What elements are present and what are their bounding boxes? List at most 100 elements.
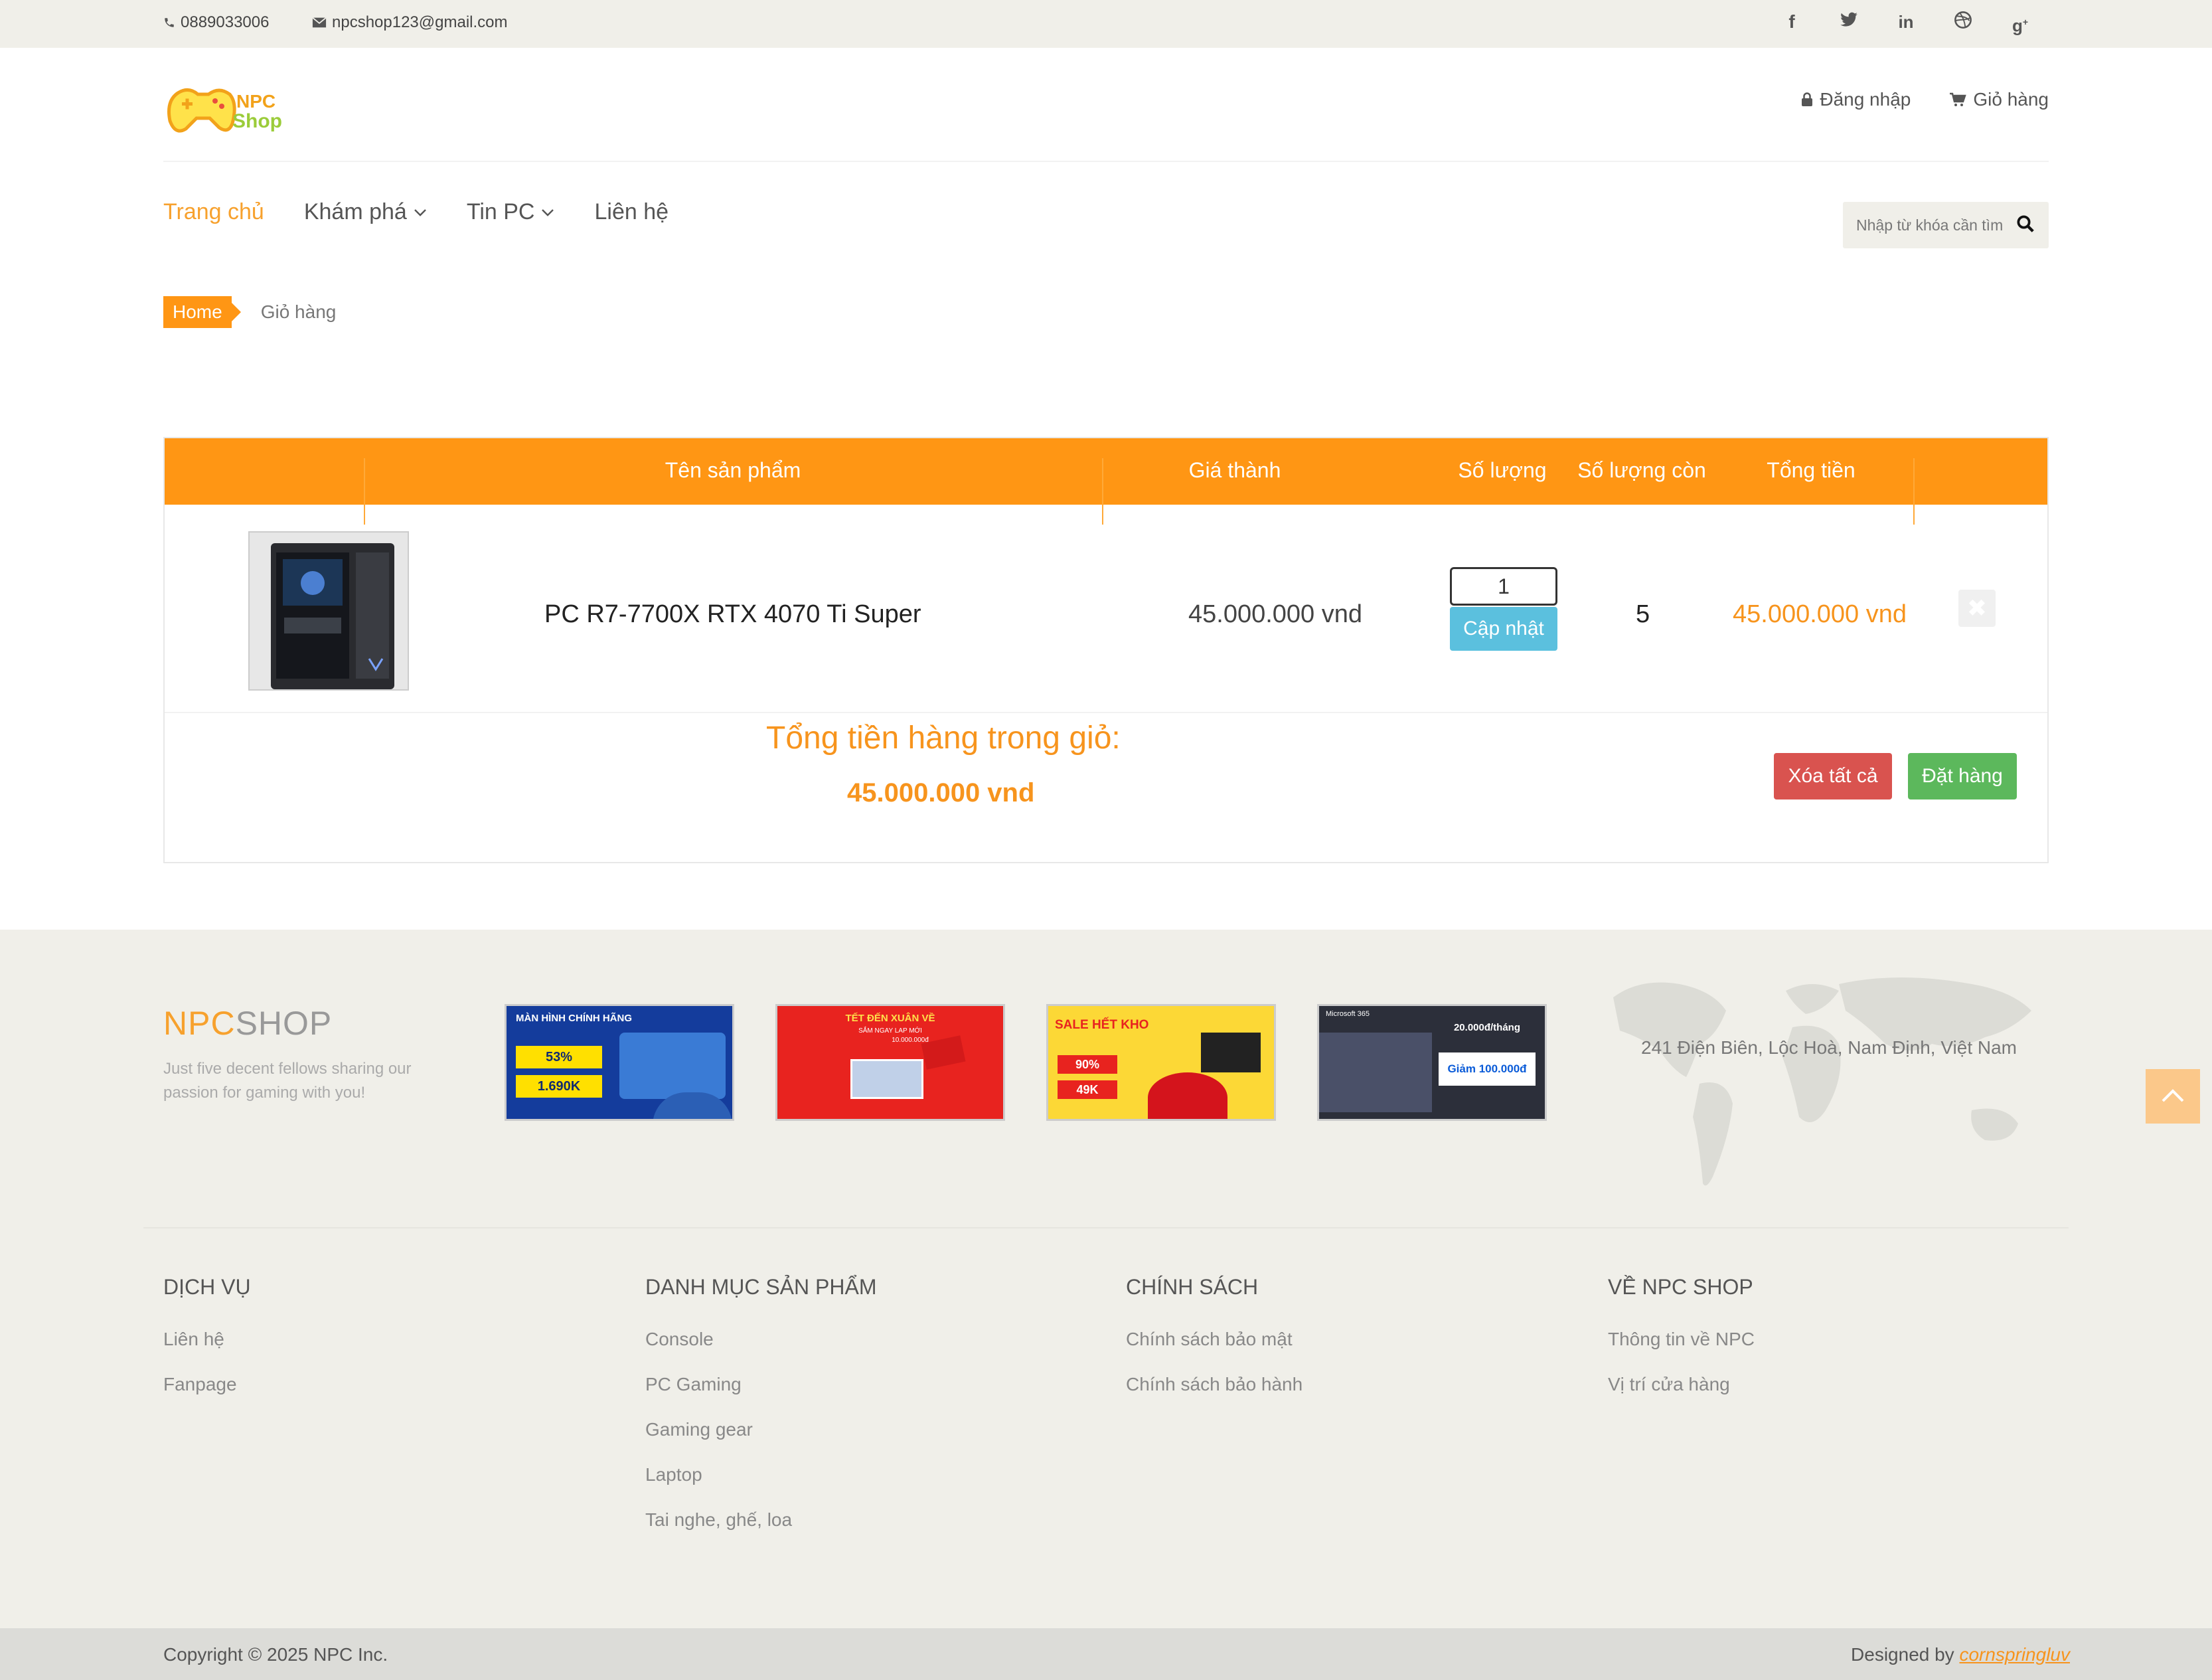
breadcrumb: Home Giỏ hàng	[163, 296, 336, 328]
footer-tagline: Just five decent fellows sharing our pas…	[163, 1060, 412, 1102]
nav-item-news[interactable]: Tin PC	[467, 199, 555, 225]
phone-text: 0889033006	[181, 13, 270, 31]
store-address: 241 Điện Biên, Lộc Hoà, Nam Định, Việt N…	[1641, 1037, 2017, 1058]
login-link[interactable]: Đăng nhập	[1801, 89, 1911, 110]
footer-link[interactable]: Laptop	[645, 1464, 876, 1485]
cart-link[interactable]: Giỏ hàng	[1949, 89, 2049, 110]
banner-title: SALE HẾT KHO	[1055, 1018, 1149, 1032]
designed-by-label: Designed by	[1851, 1644, 1954, 1665]
footer-link[interactable]: Liên hệ	[163, 1329, 251, 1350]
header-separator	[1913, 458, 1915, 525]
svg-text:NPC: NPC	[236, 91, 276, 112]
cart-total-value: 45.000.000 vnd	[847, 778, 1035, 807]
chevron-up-icon	[2162, 1089, 2184, 1102]
quantity-input[interactable]: 1	[1450, 567, 1557, 606]
place-order-button[interactable]: Đặt hàng	[1908, 753, 2017, 799]
phone-icon	[165, 18, 174, 27]
google-plus-icon[interactable]: g+	[2009, 11, 2031, 36]
site-logo[interactable]: NPC Shop	[163, 74, 296, 141]
stock-remaining: 5	[1636, 600, 1650, 628]
cart-table-header: Tên sản phẩm Giá thành Số lượng Số lượng…	[165, 438, 2047, 525]
nav-item-explore[interactable]: Khám phá	[304, 199, 427, 225]
search-icon[interactable]	[2015, 214, 2035, 234]
product-image[interactable]	[248, 531, 409, 691]
banner-title: Microsoft 365	[1326, 1010, 1370, 1018]
search-input[interactable]: Nhập từ khóa cần tìm	[1856, 216, 2003, 234]
footer-link[interactable]: Console	[645, 1329, 876, 1350]
cart-label: Giỏ hàng	[1973, 89, 2049, 110]
nav-item-home[interactable]: Trang chủ	[163, 199, 264, 225]
update-button[interactable]: Cập nhật	[1450, 607, 1557, 651]
footer-link[interactable]: Fanpage	[163, 1374, 251, 1395]
banner-text: 20.000đ/tháng	[1453, 1022, 1521, 1033]
banner-text: 90%	[1058, 1055, 1117, 1074]
svg-text:Shop: Shop	[232, 110, 282, 132]
copyright-text: Copyright © 2025 NPC Inc.	[163, 1644, 388, 1665]
scroll-to-top-button[interactable]	[2146, 1069, 2200, 1124]
brand-npc: NPC	[163, 1005, 236, 1042]
twitter-icon[interactable]	[1838, 11, 1860, 33]
dribbble-icon[interactable]	[1952, 11, 1974, 33]
site-footer: NPCSHOP Just five decent fellows sharing…	[0, 930, 2212, 1628]
login-label: Đăng nhập	[1820, 89, 1911, 110]
footer-brand: NPCSHOP	[163, 1004, 332, 1043]
designer-link[interactable]: cornspringluv	[1959, 1644, 2070, 1665]
footer-link[interactable]: PC Gaming	[645, 1374, 876, 1395]
footer-col-title: DANH MỤC SẢN PHẨM	[645, 1275, 877, 1299]
cart-divider	[165, 712, 2047, 713]
banner-text: 53%	[516, 1046, 602, 1068]
lock-icon	[1802, 92, 1813, 106]
banner-text: 49K	[1058, 1080, 1117, 1099]
top-bar: 0889033006 npcshop123@gmail.com f in g+	[0, 0, 2212, 48]
footer-col-about: VỀ NPC SHOP Thông tin về NPC Vị trí cửa …	[1608, 1275, 1755, 1419]
promo-banner-tet[interactable]: TẾT ĐẾN XUÂN VỀ SẮM NGAY LAP MỚI 10.000.…	[775, 1004, 1005, 1121]
gamepad-logo-icon: NPC Shop	[167, 88, 282, 133]
site-header: NPC Shop Đăng nhập Giỏ hàng	[163, 48, 2049, 162]
nav-home-label: Trang chủ	[163, 199, 264, 224]
footer-link[interactable]: Vị trí cửa hàng	[1608, 1374, 1755, 1395]
product-name[interactable]: PC R7-7700X RTX 4070 Ti Super	[544, 600, 921, 629]
header-links: Đăng nhập Giỏ hàng	[1801, 89, 2049, 110]
breadcrumb-current: Giỏ hàng	[260, 301, 337, 322]
nav-news-label: Tin PC	[466, 199, 535, 224]
email-contact[interactable]: npcshop123@gmail.com	[312, 13, 508, 32]
breadcrumb-home[interactable]: Home	[163, 296, 241, 328]
footer-link[interactable]: Tai nghe, ghế, loa	[645, 1509, 876, 1531]
footer-col-title: DỊCH VỤ	[163, 1275, 251, 1299]
remove-item-button[interactable]: ✖	[1958, 590, 1996, 627]
social-links: f in g+	[1780, 11, 2031, 36]
promo-banner-sale[interactable]: SALE HẾT KHO 90% 49K	[1046, 1004, 1276, 1121]
chevron-down-icon	[542, 209, 554, 216]
nav-item-contact[interactable]: Liên hệ	[594, 199, 669, 225]
chevron-down-icon	[414, 209, 426, 216]
bottom-bar: Copyright © 2025 NPC Inc. Designed by co…	[0, 1628, 2212, 1680]
phone-contact[interactable]: 0889033006	[163, 13, 269, 32]
banner-text: 1.690K	[516, 1075, 602, 1098]
footer-link[interactable]: Thông tin về NPC	[1608, 1329, 1755, 1350]
promo-banner-monitor[interactable]: MÀN HÌNH CHÍNH HÃNG 53% 1.690K	[505, 1004, 734, 1121]
search-box[interactable]: Nhập từ khóa cần tìm	[1843, 202, 2049, 248]
footer-col-services: DỊCH VỤ Liên hệ Fanpage	[163, 1275, 251, 1419]
facebook-icon[interactable]: f	[1780, 11, 1803, 33]
footer-link[interactable]: Chính sách bảo mật	[1126, 1329, 1303, 1350]
footer-divider	[143, 1227, 2069, 1228]
footer-col-title: CHÍNH SÁCH	[1126, 1275, 1259, 1299]
banner-title: TẾT ĐẾN XUÂN VỀ	[845, 1013, 935, 1024]
nav-explore-label: Khám phá	[303, 199, 407, 224]
main-nav: Trang chủ Khám phá Tin PC Liên hệ	[163, 199, 669, 225]
line-total: 45.000.000 vnd	[1733, 600, 1907, 628]
footer-link[interactable]: Chính sách bảo hành	[1126, 1374, 1303, 1395]
footer-col-categories: DANH MỤC SẢN PHẨM Console PC Gaming Gami…	[645, 1275, 876, 1554]
promo-banner-microsoft[interactable]: Microsoft 365 20.000đ/tháng Giảm 100.000…	[1317, 1004, 1547, 1121]
linkedin-icon[interactable]: in	[1895, 11, 1917, 33]
column-qty: Số lượng	[1458, 458, 1547, 482]
banner-text: 10.000.000đ	[892, 1037, 929, 1044]
footer-link[interactable]: Gaming gear	[645, 1419, 876, 1440]
email-text: npcshop123@gmail.com	[332, 13, 508, 31]
shopping-cart-icon	[1950, 92, 1967, 106]
product-price: 45.000.000 vnd	[1188, 600, 1363, 628]
banner-text: SẮM NGAY LAP MỚI	[858, 1027, 922, 1035]
clear-all-button[interactable]: Xóa tất cả	[1774, 753, 1892, 799]
brand-shop: SHOP	[235, 1005, 333, 1042]
column-total: Tổng tiền	[1767, 458, 1856, 482]
